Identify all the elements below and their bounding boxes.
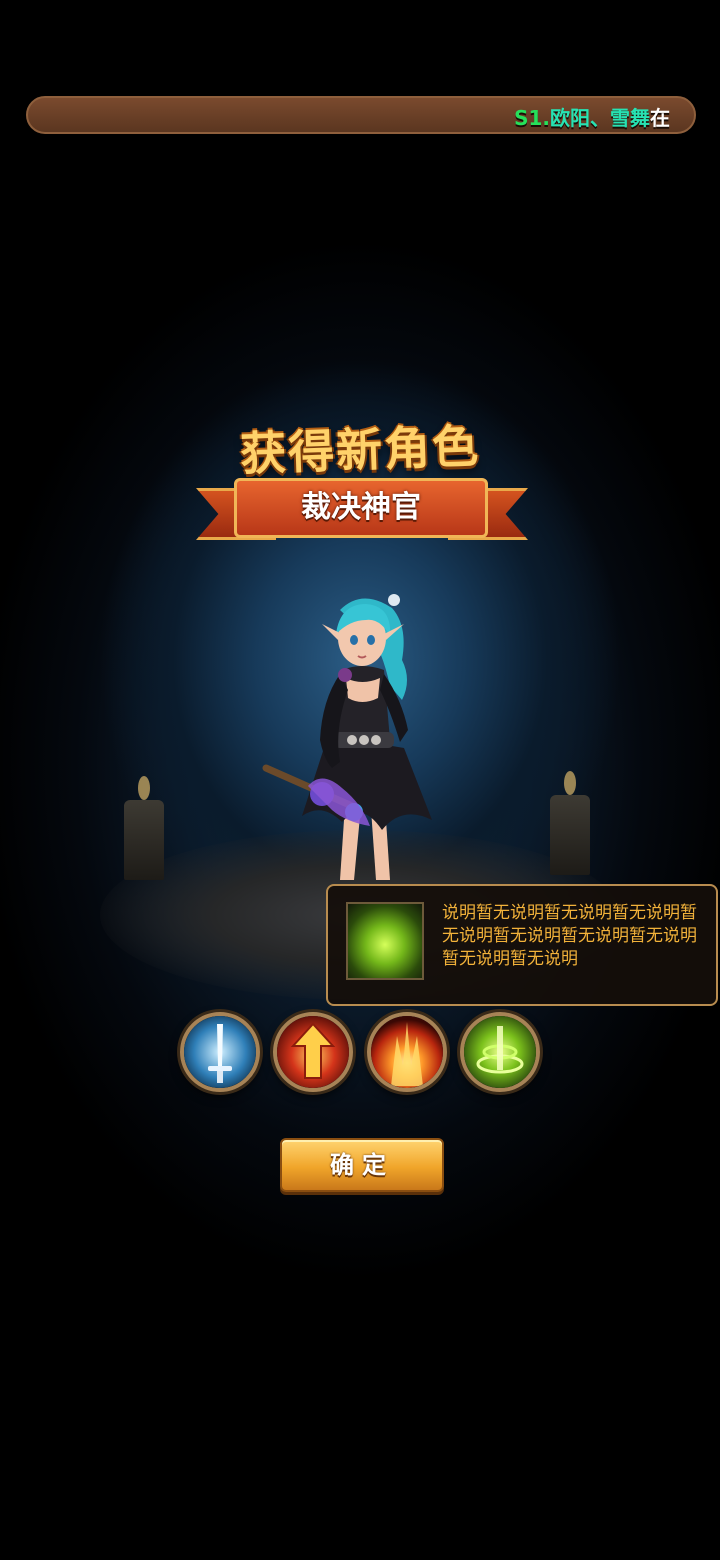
torch-pillar-right xyxy=(550,771,590,875)
marquee-message: 在 xyxy=(650,106,670,130)
game-screen: S1.欧阳、雪舞在 获得新角色 裁决神官 说明暂无说明暂无说明暂无说明暂无说明暂… xyxy=(0,0,720,1560)
skill-slot-1[interactable] xyxy=(180,1012,260,1092)
skill-slot-3[interactable] xyxy=(367,1012,447,1092)
skill-tooltip: 说明暂无说明暂无说明暂无说明暂无说明暂无说明暂无说明暂无说明暂无说明暂无说明 xyxy=(326,884,718,1006)
skill-slot-2[interactable] xyxy=(273,1012,353,1092)
sword-skill-icon xyxy=(184,1016,256,1088)
green-vortex-skill-icon xyxy=(346,902,424,980)
green-vortex-skill-icon xyxy=(464,1016,536,1088)
confirm-button[interactable]: 确定 xyxy=(280,1138,444,1192)
character-portrait xyxy=(262,594,432,880)
announcement-marquee: S1.欧阳、雪舞在 xyxy=(26,96,696,134)
torch-pillar-left xyxy=(124,776,164,880)
skill-slot-4[interactable] xyxy=(460,1012,540,1092)
marquee-server: S1. xyxy=(514,106,550,130)
flame-burst-skill-icon xyxy=(371,1016,443,1088)
character-name: 裁决神官 xyxy=(301,490,421,525)
skill-description: 说明暂无说明暂无说明暂无说明暂无说明暂无说明暂无说明暂无说明暂无说明暂无说明 xyxy=(442,903,697,969)
marquee-text: S1.欧阳、雪舞在 xyxy=(514,102,670,131)
marquee-player-name: 欧阳、雪舞 xyxy=(550,106,650,130)
rising-arrow-skill-icon xyxy=(277,1016,349,1088)
